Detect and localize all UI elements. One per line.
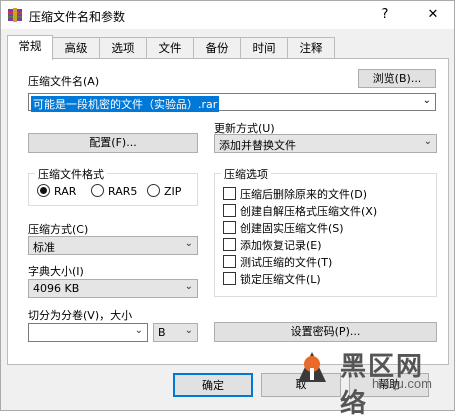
chevron-down-icon: ⌄	[423, 136, 432, 147]
chevron-down-icon: ⌄	[184, 238, 193, 249]
archive-format-group: 压缩文件格式 RAR RAR5 ZIP	[28, 166, 198, 206]
profile-button[interactable]: 配置(F)...	[28, 133, 198, 153]
tab-files[interactable]: 文件	[146, 37, 194, 59]
radio-icon	[147, 184, 160, 197]
window-title: 压缩文件名和参数	[29, 10, 126, 24]
lock-archive-checkbox[interactable]: 锁定压缩文件(L)	[223, 271, 321, 287]
title-bar: 压缩文件名和参数 ? ✕	[1, 1, 454, 29]
tab-backup[interactable]: 备份	[193, 37, 241, 59]
dialog-window: 压缩文件名和参数 ? ✕ 常规 高级 选项 文件 备份 时间 注释 压缩文件名(…	[0, 0, 455, 419]
checkbox-icon	[223, 272, 236, 285]
split-unit-select[interactable]: B ⌄	[153, 323, 198, 342]
radio-icon	[91, 184, 104, 197]
split-label: 切分为分卷(V)，大小	[28, 309, 133, 322]
watermark-logo-icon	[298, 352, 326, 382]
watermark-subtitle: heiqu.com	[372, 376, 432, 391]
sfx-checkbox[interactable]: 创建自解压格式压缩文件(X)	[223, 203, 377, 219]
ok-button[interactable]: 确定	[173, 373, 253, 397]
archiving-options-title: 压缩选项	[221, 166, 271, 182]
radio-selected-icon	[37, 184, 50, 197]
chevron-down-icon: ⌄	[184, 281, 193, 292]
dict-label: 字典大小(I)	[28, 265, 84, 278]
method-value: 标准	[33, 241, 55, 254]
update-mode-value: 添加并替换文件	[219, 139, 296, 152]
format-zip-radio[interactable]: ZIP	[147, 184, 181, 198]
chevron-down-icon[interactable]: ⌄	[135, 325, 143, 336]
split-size-combo[interactable]: ⌄	[28, 323, 148, 342]
checkbox-icon	[223, 221, 236, 234]
help-title-button[interactable]: ?	[366, 3, 404, 27]
format-rar-radio[interactable]: RAR	[37, 184, 76, 198]
checkbox-icon	[223, 204, 236, 217]
format-rar5-radio[interactable]: RAR5	[91, 184, 137, 198]
winrar-app-icon	[8, 8, 22, 22]
dict-value: 4096 KB	[33, 282, 80, 295]
tab-comment[interactable]: 注释	[287, 37, 335, 59]
archive-name-combo[interactable]: 可能是一段机密的文件（实验品）.rar ⌄	[28, 93, 436, 112]
browse-button[interactable]: 浏览(B)...	[358, 69, 436, 88]
delete-after-checkbox[interactable]: 压缩后删除原来的文件(D)	[223, 186, 367, 202]
split-unit-value: B	[158, 326, 166, 339]
recovery-record-checkbox[interactable]: 添加恢复记录(E)	[223, 237, 322, 253]
dict-select[interactable]: 4096 KB ⌄	[28, 279, 198, 298]
archiving-options-group: 压缩选项 压缩后删除原来的文件(D) 创建自解压格式压缩文件(X) 创建固实压缩…	[214, 166, 437, 297]
tab-time[interactable]: 时间	[240, 37, 288, 59]
archive-name-label: 压缩文件名(A)	[28, 75, 100, 88]
tab-general[interactable]: 常规	[7, 35, 53, 60]
solid-checkbox[interactable]: 创建固实压缩文件(S)	[223, 220, 344, 236]
tab-advanced[interactable]: 高级	[52, 37, 100, 59]
checkbox-icon	[223, 187, 236, 200]
general-panel: 压缩文件名(A) 浏览(B)... 可能是一段机密的文件（实验品）.rar ⌄ …	[7, 58, 449, 365]
set-password-button[interactable]: 设置密码(P)...	[214, 322, 437, 342]
test-archive-checkbox[interactable]: 测试压缩的文件(T)	[223, 254, 332, 270]
update-mode-select[interactable]: 添加并替换文件 ⌄	[214, 134, 437, 153]
checkbox-icon	[223, 255, 236, 268]
close-button[interactable]: ✕	[414, 3, 452, 27]
checkbox-icon	[223, 238, 236, 251]
chevron-down-icon: ⌄	[184, 325, 193, 336]
tab-options[interactable]: 选项	[99, 37, 147, 59]
archive-name-value: 可能是一段机密的文件（实验品）.rar	[31, 96, 220, 112]
archive-format-title: 压缩文件格式	[35, 166, 107, 182]
watermark: 黑区网络 heiqu.com	[290, 346, 440, 419]
chevron-down-icon[interactable]: ⌄	[423, 95, 431, 106]
method-select[interactable]: 标准 ⌄	[28, 236, 198, 255]
method-label: 压缩方式(C)	[28, 223, 89, 236]
